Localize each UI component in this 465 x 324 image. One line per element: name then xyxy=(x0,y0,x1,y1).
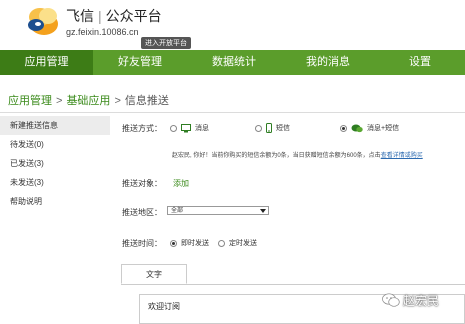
nav-item-app-management[interactable]: 应用管理 xyxy=(0,50,93,75)
domain-text: gz.feixin.10086.cn xyxy=(66,27,139,37)
push-method-option-message[interactable]: 消息 xyxy=(170,123,209,133)
radio-sms[interactable] xyxy=(255,124,262,132)
add-target-link[interactable]: 添加 xyxy=(173,178,189,189)
sms-balance-notice: 赵宏民, 你好！当前你购买的短信余额为0条，当日获赠短信余额为600条，点击查看… xyxy=(172,150,423,159)
breadcrumb-basic-apps[interactable]: 基础应用 xyxy=(66,95,110,107)
nav-item-stats[interactable]: 数据统计 xyxy=(187,50,281,75)
nav-item-settings[interactable]: 设置 xyxy=(375,50,465,75)
sidebar-item-new-push[interactable]: 新建推送信息 xyxy=(0,116,110,135)
push-time-option-instant[interactable]: 即时发送 xyxy=(170,238,209,248)
notice-text: 赵宏民, 你好！当前你购买的短信余额为0条，当日获赠短信余额为600条，点击 xyxy=(172,153,381,159)
push-time-option-label: 即时发送 xyxy=(181,240,209,247)
push-method-option-label: 消息+短信 xyxy=(367,125,400,132)
radio-scheduled[interactable] xyxy=(218,239,225,247)
header: 飞信 | 公众平台 gz.feixin.10086.cn 进入开放平台 xyxy=(0,0,465,50)
phone-icon xyxy=(266,123,272,133)
editor-content[interactable]: 欢迎订阅 xyxy=(148,301,180,312)
sidebar-item-sent[interactable]: 已发送(3) xyxy=(0,154,110,173)
region-select[interactable]: 全部 xyxy=(167,206,269,215)
monitor-icon xyxy=(181,123,191,132)
tab-text[interactable]: 文字 xyxy=(121,264,187,284)
sidebar-item-help[interactable]: 帮助说明 xyxy=(0,192,110,211)
brand-name: 飞信 xyxy=(66,8,94,24)
push-method-option-message-sms[interactable]: 消息+短信 xyxy=(340,123,399,133)
push-method-option-label: 消息 xyxy=(195,125,209,132)
breadcrumb-separator: > xyxy=(114,95,121,107)
push-time-option-scheduled[interactable]: 定时发送 xyxy=(218,238,257,248)
brand-separator: | xyxy=(98,8,102,24)
wechat-icon xyxy=(382,293,400,307)
chevron-down-icon xyxy=(260,209,266,213)
push-target-label: 推送对象： xyxy=(122,179,162,188)
chat-icon xyxy=(351,124,363,132)
sidebar-item-unsent[interactable]: 未发送(3) xyxy=(0,173,110,192)
sidebar-item-pending[interactable]: 待发送(0) xyxy=(0,135,110,154)
radio-instant[interactable] xyxy=(170,239,177,247)
radio-message-sms[interactable] xyxy=(340,124,347,132)
push-region-label: 推送地区： xyxy=(122,208,162,217)
content-tabs: 文字 xyxy=(121,264,465,285)
push-method-label: 推送方式： xyxy=(122,124,162,133)
push-method-option-label: 短信 xyxy=(276,125,290,132)
brand-platform: 公众平台 xyxy=(105,8,162,24)
breadcrumb-current: 信息推送 xyxy=(124,95,169,107)
divider xyxy=(0,112,465,113)
watermark: 赵宏民 xyxy=(382,292,439,309)
dev-platform-button[interactable]: 进入开放平台 xyxy=(141,37,191,49)
breadcrumb-separator: > xyxy=(56,95,63,107)
push-time-option-label: 定时发送 xyxy=(229,240,257,247)
region-select-value: 全部 xyxy=(171,208,184,214)
sidebar: 新建推送信息 待发送(0) 已发送(3) 未发送(3) 帮助说明 xyxy=(0,116,110,211)
push-time-label: 推送时间： xyxy=(122,239,162,248)
brand-title: 飞信 | 公众平台 xyxy=(66,6,162,26)
main-nav: 应用管理 好友管理 数据统计 我的消息 设置 xyxy=(0,50,465,75)
breadcrumb-app-management[interactable]: 应用管理 xyxy=(8,95,52,107)
breadcrumb: 应用管理 > 基础应用 > 信息推送 xyxy=(8,92,169,108)
push-method-option-sms[interactable]: 短信 xyxy=(255,123,290,133)
nav-item-friends[interactable]: 好友管理 xyxy=(93,50,187,75)
view-details-link[interactable]: 查看详情或购买 xyxy=(381,153,423,159)
radio-message[interactable] xyxy=(170,124,177,132)
nav-item-messages[interactable]: 我的消息 xyxy=(281,50,375,75)
feixin-logo-icon[interactable] xyxy=(26,2,62,38)
watermark-text: 赵宏民 xyxy=(403,294,440,308)
